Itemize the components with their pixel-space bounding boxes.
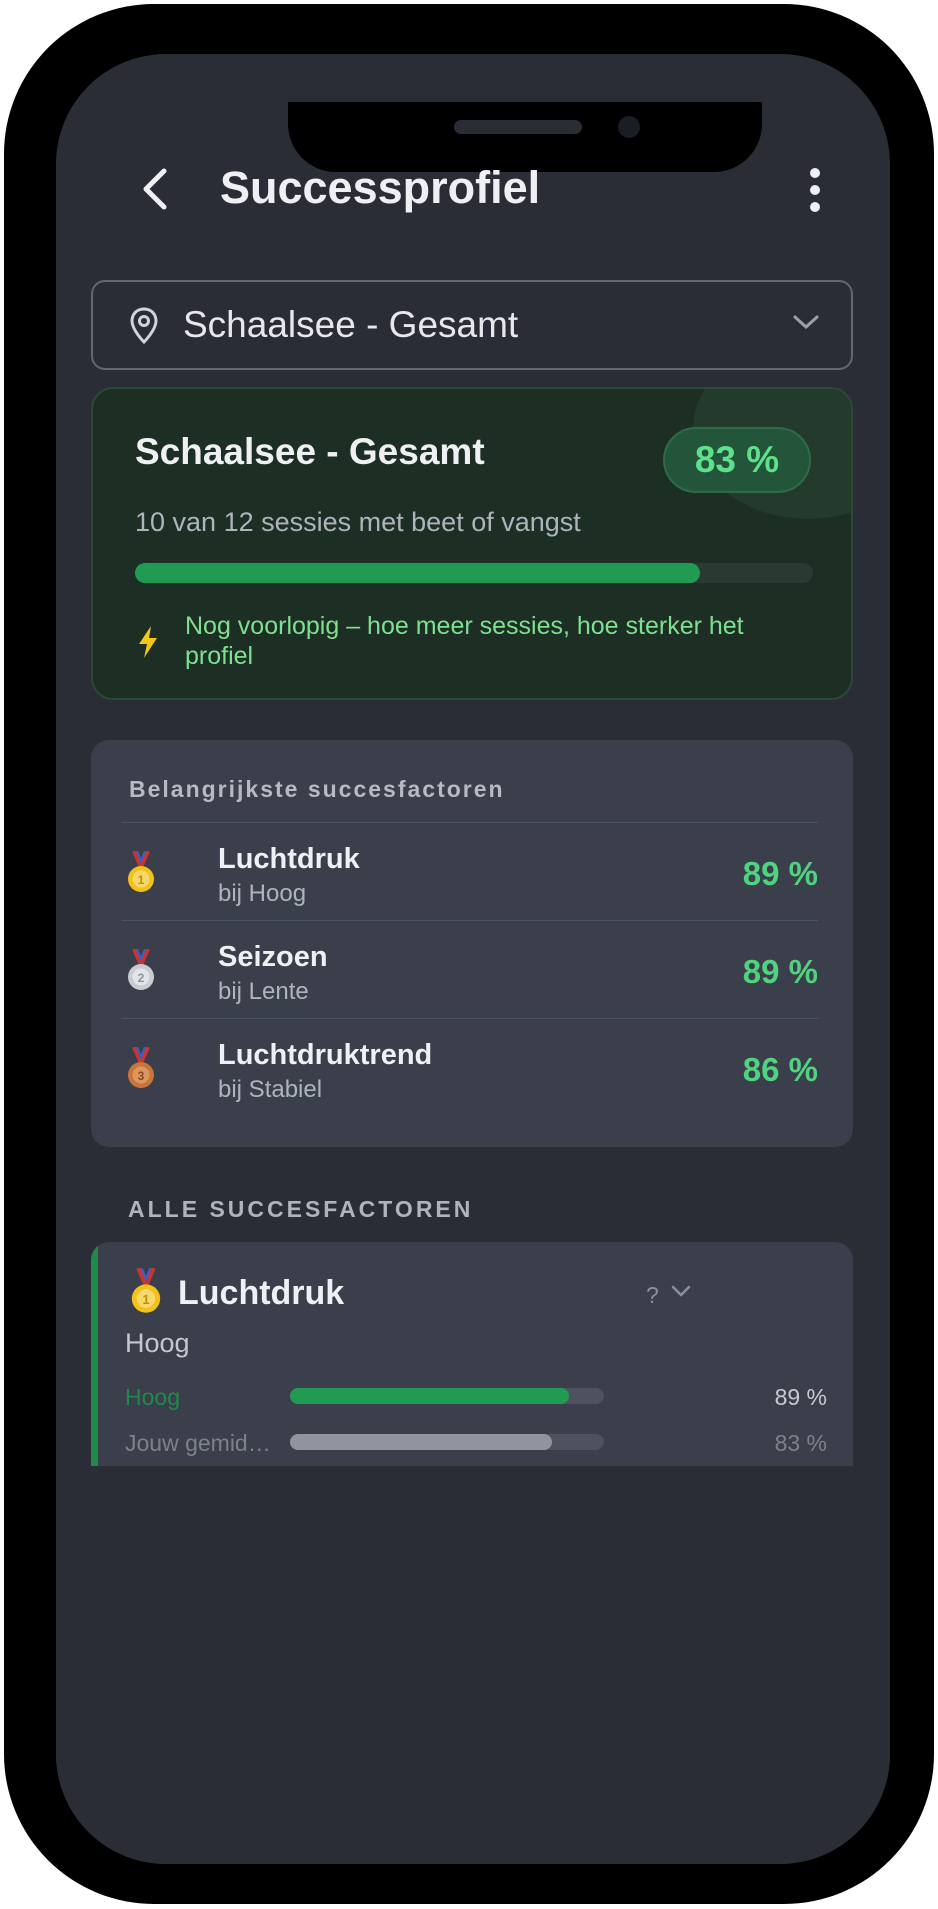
svg-text:3: 3 — [138, 1069, 145, 1083]
factor-detail-name: Luchtdruk — [178, 1274, 345, 1312]
gold-medal-icon: 1 — [128, 851, 154, 892]
comparison-label-average: Jouw gemid… — [125, 1430, 271, 1456]
screen-bottom-area — [56, 1466, 890, 1864]
more-vertical-icon — [810, 168, 820, 212]
location-selector-value: Schaalsee - Gesamt — [183, 304, 519, 345]
factor-percent: 89 % — [742, 953, 818, 990]
top-factor-row-1[interactable]: 1 Luchtdruk bij Hoog 89 % — [122, 822, 818, 921]
front-camera — [618, 116, 640, 138]
speaker-grille — [454, 120, 582, 134]
sessions-summary: 10 van 12 sessies met beet of vangst — [135, 507, 581, 537]
back-arrow-icon — [143, 168, 167, 210]
summary-title: Schaalsee - Gesamt — [135, 431, 485, 472]
svg-text:2: 2 — [138, 971, 145, 985]
factor-detail-condition: Hoog — [125, 1328, 190, 1358]
more-options-button[interactable] — [784, 154, 846, 226]
top-factor-row-2[interactable]: 2 Seizoen bij Lente 89 % — [122, 920, 818, 1019]
top-factors-title: Belangrijkste succesfactoren — [129, 776, 505, 802]
all-factors-heading: ALLE SUCCESFACTOREN — [128, 1196, 474, 1222]
factor-percent: 89 % — [742, 855, 818, 892]
factor-condition: bij Stabiel — [218, 1076, 323, 1103]
success-progress-fill — [135, 563, 700, 583]
chevron-down-icon — [793, 315, 819, 330]
chevron-down-icon[interactable] — [671, 1284, 691, 1298]
success-percent-badge: 83 % — [663, 427, 811, 493]
top-factor-row-3[interactable]: 3 Luchtdruktrend bij Stabiel 86 % — [122, 1018, 818, 1117]
comparison-fill-average — [290, 1434, 552, 1450]
svg-text:1: 1 — [142, 1292, 149, 1307]
page-title: Successprofiel — [220, 162, 541, 213]
success-progress-bar — [135, 563, 813, 583]
card-accent-bar — [91, 1242, 98, 1472]
factor-name: Luchtdruktrend — [218, 1039, 433, 1071]
profile-preliminary-note: Nog voorlopig – hoe meer sessies, hoe st… — [185, 612, 744, 670]
success-summary-card: Schaalsee - Gesamt 83 % 10 van 12 sessie… — [91, 387, 853, 700]
factor-detail-card[interactable]: 1 Luchtdruk ? Hoog Hoog 89 % Jouw gemid…… — [91, 1242, 853, 1472]
factor-name: Seizoen — [218, 941, 328, 973]
location-selector[interactable]: Schaalsee - Gesamt — [91, 280, 853, 370]
factor-percent: 86 % — [742, 1051, 818, 1088]
comparison-bar-condition — [290, 1388, 604, 1404]
location-pin-icon — [130, 307, 158, 345]
lightning-bolt-icon — [139, 626, 157, 658]
factor-condition: bij Hoog — [218, 880, 307, 907]
top-factors-card: Belangrijkste succesfactoren 1 Luchtdruk… — [91, 740, 853, 1147]
phone-frame: Successprofiel Schaalsee - Gesamt Schaal… — [4, 4, 934, 1904]
back-button[interactable] — [120, 154, 190, 224]
gold-medal-icon: 1 — [131, 1268, 161, 1313]
comparison-fill-condition — [290, 1388, 570, 1404]
svg-text:1: 1 — [138, 873, 145, 887]
help-button[interactable]: ? — [646, 1282, 659, 1309]
silver-medal-icon: 2 — [128, 949, 154, 990]
bronze-medal-icon: 3 — [128, 1047, 154, 1088]
comparison-percent-condition: 89 % — [774, 1384, 827, 1410]
comparison-bar-average — [290, 1434, 604, 1450]
factor-condition: bij Lente — [218, 978, 309, 1005]
comparison-label-condition: Hoog — [125, 1384, 180, 1410]
app-screen: Successprofiel Schaalsee - Gesamt Schaal… — [56, 54, 890, 1864]
comparison-percent-average: 83 % — [774, 1430, 827, 1456]
factor-name: Luchtdruk — [218, 843, 360, 875]
